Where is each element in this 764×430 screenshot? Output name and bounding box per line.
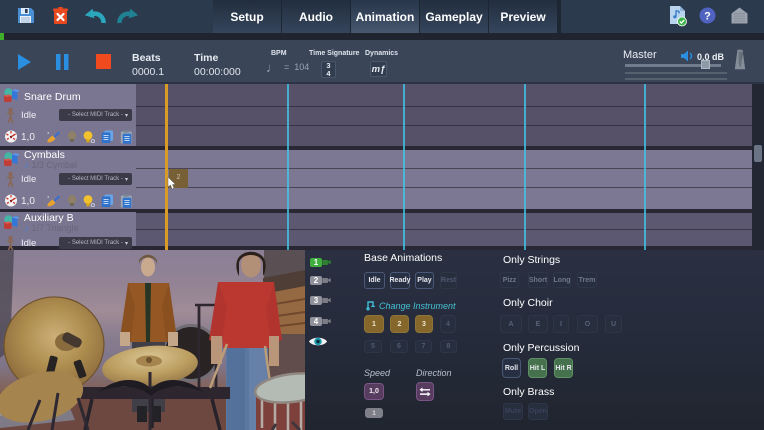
svg-text:?: ? — [704, 11, 711, 23]
